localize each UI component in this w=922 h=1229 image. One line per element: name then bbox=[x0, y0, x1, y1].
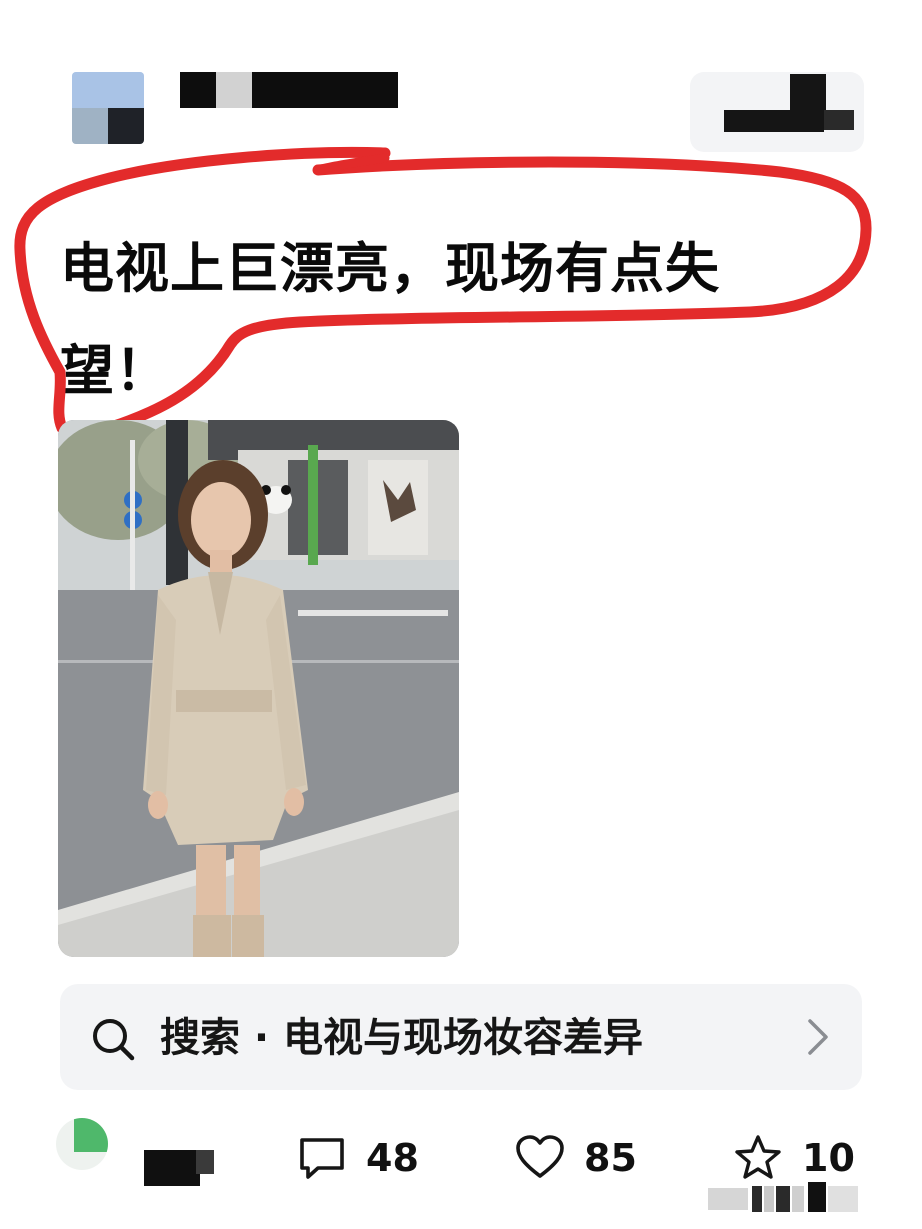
comment-count: 48 bbox=[366, 1136, 419, 1180]
redaction-block bbox=[216, 72, 252, 108]
search-icon bbox=[93, 1019, 135, 1061]
comment-button[interactable]: 48 bbox=[296, 1130, 419, 1186]
like-button[interactable]: 85 bbox=[514, 1130, 637, 1186]
comment-icon bbox=[300, 1138, 344, 1179]
avatar-block bbox=[72, 108, 108, 144]
related-search-label: 搜索 · 电视与现场妆容差异 bbox=[160, 1015, 644, 1061]
author-avatar-redacted[interactable] bbox=[72, 72, 144, 144]
favorite-button[interactable]: 10 bbox=[732, 1130, 855, 1186]
avatar-block bbox=[108, 108, 144, 144]
commenter-name-redacted[interactable] bbox=[144, 1150, 200, 1186]
author-name-redacted[interactable] bbox=[180, 72, 398, 108]
redaction-block bbox=[824, 110, 854, 130]
redaction-block bbox=[180, 72, 216, 108]
redaction-block bbox=[252, 72, 398, 108]
photo-illustration bbox=[58, 420, 459, 957]
related-search-bar[interactable]: 搜索 · 电视与现场妆容差异 bbox=[60, 984, 862, 1090]
avatar-block bbox=[74, 1118, 108, 1152]
post-text: 电视上巨漂亮，现场有点失望！ bbox=[60, 237, 720, 402]
star-icon bbox=[735, 1135, 781, 1179]
avatar-block bbox=[72, 72, 144, 108]
post-card: 电视上巨漂亮，现场有点失望！ 搜索 · 电视与现场妆容差异 48 85 10 bbox=[0, 0, 922, 1229]
redaction-block bbox=[724, 110, 824, 132]
post-photo[interactable] bbox=[58, 420, 459, 957]
favorite-count: 10 bbox=[802, 1136, 855, 1180]
chevron-right-icon bbox=[808, 1019, 828, 1055]
like-count: 85 bbox=[584, 1136, 637, 1180]
redaction-block bbox=[196, 1150, 214, 1174]
watermark-redacted bbox=[708, 1182, 858, 1212]
heart-icon bbox=[516, 1135, 564, 1178]
commenter-avatar-redacted[interactable] bbox=[56, 1118, 108, 1170]
redaction-block bbox=[790, 74, 826, 110]
follow-button-redacted[interactable] bbox=[690, 72, 864, 152]
